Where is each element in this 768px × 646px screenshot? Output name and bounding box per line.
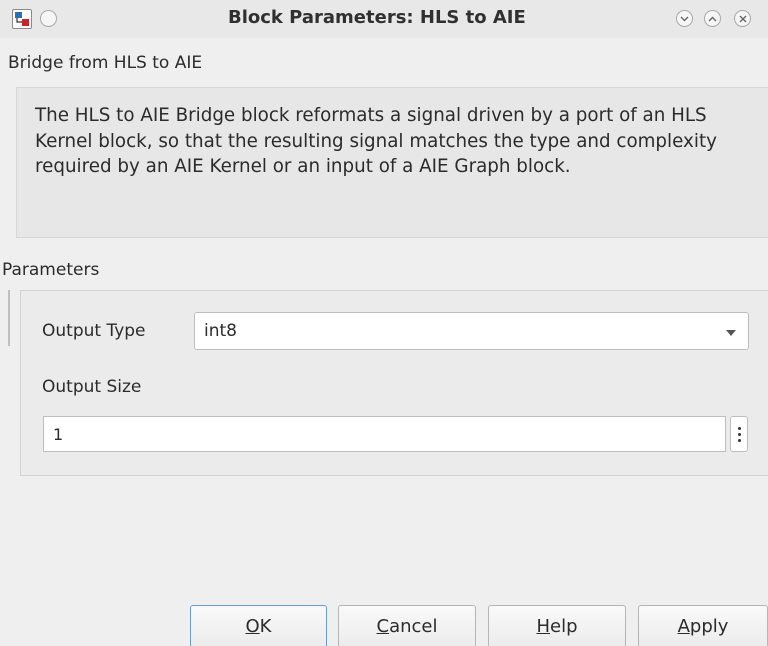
apply-button[interactable]: Apply <box>638 605 768 646</box>
help-label: elp <box>550 615 578 637</box>
output-size-field[interactable]: 1 <box>43 416 726 452</box>
title-bar: Block Parameters: HLS to AIE <box>0 0 768 38</box>
panel-edge-divider <box>8 290 10 346</box>
apply-mnemonic: A <box>677 615 690 637</box>
window-title: Block Parameters: HLS to AIE <box>228 7 526 28</box>
block-type-label: Bridge from HLS to AIE <box>8 53 203 73</box>
simulink-block-icon[interactable] <box>12 9 32 29</box>
help-mnemonic: H <box>536 615 551 637</box>
parameters-heading: Parameters <box>2 260 100 280</box>
help-button[interactable]: Help <box>488 605 626 646</box>
window-menu-icon[interactable] <box>40 10 57 27</box>
dropdown-arrow-icon <box>726 330 736 336</box>
ok-button[interactable]: OK <box>190 605 327 646</box>
cancel-label: ancel <box>389 615 438 637</box>
output-size-label: Output Size <box>42 377 142 397</box>
ok-label: K <box>259 615 272 637</box>
output-size-value: 1 <box>53 425 64 444</box>
cancel-button[interactable]: Cancel <box>338 605 476 646</box>
apply-label: pply <box>689 615 729 637</box>
block-description: The HLS to AIE Bridge block reformats a … <box>35 105 717 177</box>
ok-mnemonic: O <box>245 615 260 637</box>
output-type-label: Output Type <box>42 321 146 341</box>
output-type-value: int8 <box>204 321 237 341</box>
more-options-icon[interactable] <box>730 416 748 452</box>
cancel-mnemonic: C <box>376 615 390 637</box>
description-panel: The HLS to AIE Bridge block reformats a … <box>16 87 768 238</box>
maximize-icon[interactable] <box>704 10 721 27</box>
output-type-dropdown[interactable]: int8 <box>194 312 749 350</box>
close-icon[interactable] <box>734 10 751 27</box>
minimize-icon[interactable] <box>676 10 693 27</box>
